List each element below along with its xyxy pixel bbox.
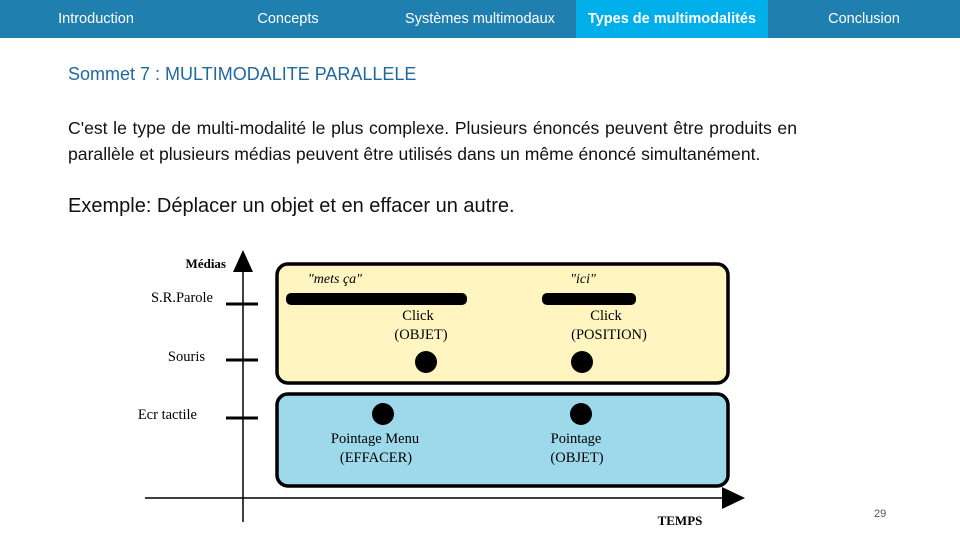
- pointing-label-line2: (EFFACER): [340, 450, 412, 466]
- speech-label: "ici": [570, 272, 596, 287]
- click-event-dot: [571, 351, 593, 373]
- pointing-event-dot: [570, 403, 592, 425]
- click-label-line1: Click: [590, 308, 622, 324]
- speech-bar: [542, 293, 636, 305]
- page-number: 29: [874, 508, 887, 520]
- click-label-line2: (POSITION): [571, 327, 647, 343]
- pointing-event-dot: [372, 403, 394, 425]
- parallel-multimodality-diagram: Médias TEMPS S.R.Parole Souris Ecr tacti…: [138, 250, 745, 528]
- speech-label: "mets ça": [308, 272, 362, 287]
- media-label-touchscreen: Ecr tactile: [138, 407, 197, 423]
- y-axis-arrow-icon: [233, 250, 253, 272]
- media-label-speech: S.R.Parole: [151, 290, 213, 306]
- speech-bar: [286, 293, 467, 305]
- x-axis-arrow-icon: [722, 487, 745, 509]
- pointing-label-line1: Pointage: [551, 431, 602, 447]
- x-axis-label: TEMPS: [658, 513, 703, 528]
- click-label-line2: (OBJET): [394, 327, 447, 343]
- pointing-label-line1: Pointage Menu: [331, 431, 419, 447]
- pointing-label-line2: (OBJET): [550, 450, 603, 466]
- media-label-mouse: Souris: [168, 349, 205, 365]
- click-label-line1: Click: [402, 308, 434, 324]
- y-axis-label: Médias: [186, 256, 226, 271]
- click-event-dot: [415, 351, 437, 373]
